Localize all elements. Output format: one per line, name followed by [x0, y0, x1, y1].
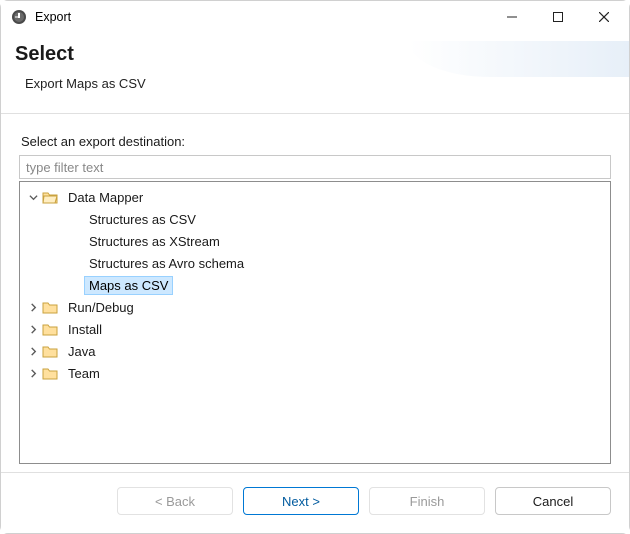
chevron-right-icon[interactable] — [26, 322, 40, 336]
tree-node-label: Data Mapper — [63, 188, 148, 207]
tree-leaf-structures-avro[interactable]: Structures as Avro schema — [24, 252, 602, 274]
folder-icon — [42, 344, 58, 359]
tree-leaf-structures-csv[interactable]: Structures as CSV — [24, 208, 602, 230]
window-title: Export — [35, 10, 71, 24]
cancel-button[interactable]: Cancel — [495, 487, 611, 515]
tree-node-team[interactable]: Team — [24, 362, 602, 384]
folder-icon — [42, 322, 58, 337]
tree-leaf-maps-csv[interactable]: Maps as CSV — [24, 274, 602, 296]
destination-prompt: Select an export destination: — [21, 134, 611, 149]
close-button[interactable] — [581, 2, 627, 32]
tree-node-label: Run/Debug — [63, 298, 139, 317]
titlebar: Export — [1, 1, 629, 33]
wizard-header: Select Export Maps as CSV — [1, 33, 629, 114]
tree-node-label: Install — [63, 320, 107, 339]
folder-icon — [42, 300, 58, 315]
tree-node-label: Team — [63, 364, 105, 383]
chevron-down-icon[interactable] — [26, 190, 40, 204]
wizard-buttons: < Back Next > Finish Cancel — [1, 472, 629, 533]
folder-open-icon — [42, 190, 58, 205]
tree-node-data-mapper[interactable]: Data Mapper — [24, 186, 602, 208]
export-tree-scroll[interactable]: Data Mapper Structures as CSV Structures… — [20, 182, 610, 463]
tree-node-install[interactable]: Install — [24, 318, 602, 340]
finish-button: Finish — [369, 487, 485, 515]
chevron-right-icon[interactable] — [26, 366, 40, 380]
tree-leaf-structures-xstream[interactable]: Structures as XStream — [24, 230, 602, 252]
chevron-right-icon[interactable] — [26, 344, 40, 358]
next-button[interactable]: Next > — [243, 487, 359, 515]
tree-node-label: Structures as CSV — [84, 210, 201, 229]
filter-input[interactable] — [19, 155, 611, 179]
chevron-right-icon[interactable] — [26, 300, 40, 314]
maximize-button[interactable] — [535, 2, 581, 32]
tree-node-run-debug[interactable]: Run/Debug — [24, 296, 602, 318]
page-subtitle: Export Maps as CSV — [25, 76, 609, 91]
folder-icon — [42, 366, 58, 381]
minimize-button[interactable] — [489, 2, 535, 32]
main-content: Select an export destination: Data Mappe… — [1, 114, 629, 472]
app-icon — [11, 9, 27, 25]
tree-node-label: Java — [63, 342, 100, 361]
header-decoration — [409, 41, 629, 77]
export-tree: Data Mapper Structures as CSV Structures… — [19, 181, 611, 464]
tree-node-java[interactable]: Java — [24, 340, 602, 362]
back-button: < Back — [117, 487, 233, 515]
tree-node-label: Structures as XStream — [84, 232, 225, 251]
tree-node-label: Maps as CSV — [84, 276, 173, 295]
tree-node-label: Structures as Avro schema — [84, 254, 249, 273]
